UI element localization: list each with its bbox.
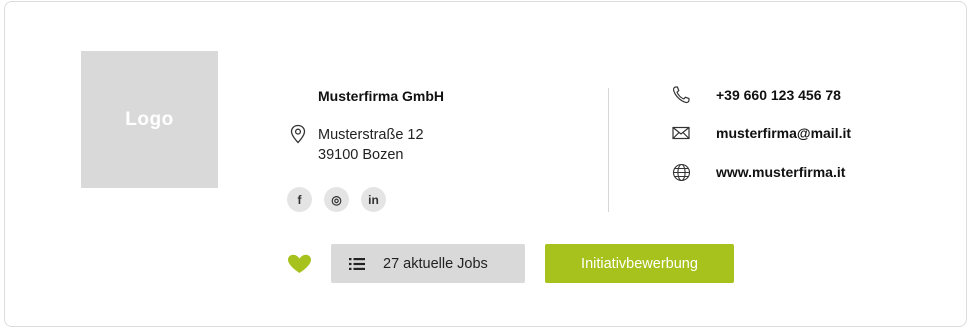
- logo-label: Logo: [125, 108, 174, 130]
- globe-icon: [670, 161, 692, 183]
- website-url[interactable]: www.musterfirma.it: [716, 164, 845, 180]
- contact-email[interactable]: musterfirma@mail.it: [670, 122, 851, 144]
- phone-icon: [670, 84, 692, 106]
- social-links: f ◎ in: [287, 187, 386, 212]
- logo-placeholder: Logo: [81, 51, 218, 188]
- instagram-icon[interactable]: ◎: [324, 187, 349, 212]
- address-city: 39100 Bozen: [318, 147, 404, 163]
- jobs-button[interactable]: 27 aktuelle Jobs: [331, 244, 525, 283]
- list-icon: [349, 257, 365, 270]
- vertical-divider: [608, 88, 609, 212]
- company-address: Musterstraße 12 39100 Bozen: [318, 125, 424, 165]
- initiative-application-button[interactable]: Initiativbewerbung: [545, 244, 734, 283]
- linkedin-icon[interactable]: in: [361, 187, 386, 212]
- phone-number[interactable]: +39 660 123 456 78: [716, 87, 841, 103]
- heart-icon[interactable]: [287, 254, 312, 274]
- address-street: Musterstraße 12: [318, 127, 424, 143]
- jobs-button-label: 27 aktuelle Jobs: [383, 255, 488, 272]
- email-address[interactable]: musterfirma@mail.it: [716, 125, 851, 141]
- location-pin-icon: [290, 124, 306, 144]
- company-name: Musterfirma GmbH: [318, 88, 445, 104]
- mail-icon: [670, 122, 692, 144]
- contact-phone[interactable]: +39 660 123 456 78: [670, 84, 841, 106]
- contact-website[interactable]: www.musterfirma.it: [670, 161, 845, 183]
- facebook-icon[interactable]: f: [287, 187, 312, 212]
